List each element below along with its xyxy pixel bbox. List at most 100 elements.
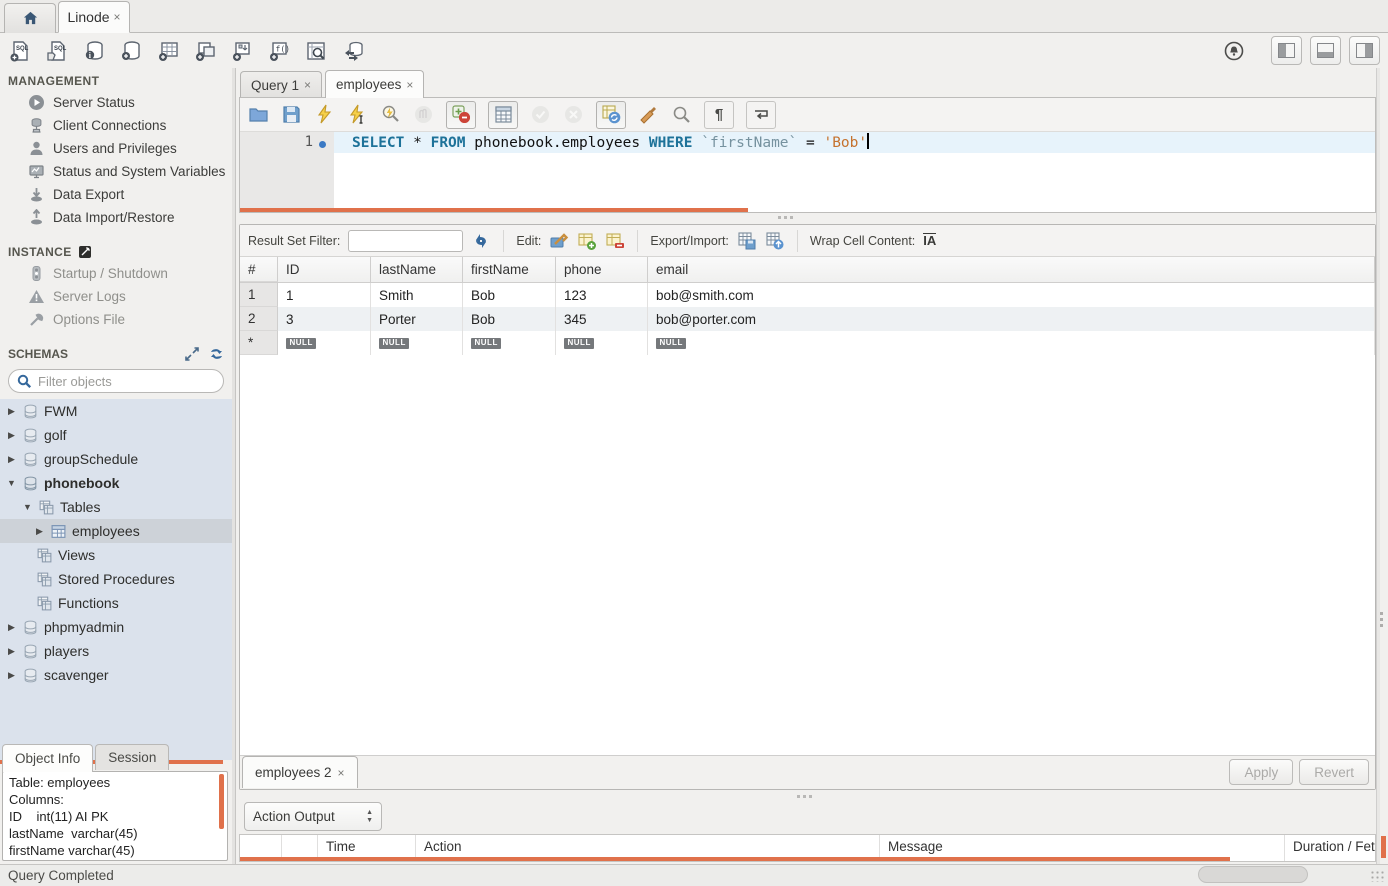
schema-item-golf[interactable]: ▶ golf xyxy=(0,423,232,447)
find-icon[interactable] xyxy=(671,104,692,125)
tab-session[interactable]: Session xyxy=(95,744,169,770)
refresh-schemas-icon[interactable] xyxy=(209,347,224,361)
resize-grip[interactable] xyxy=(1370,870,1384,882)
cell-phone[interactable]: 345 xyxy=(556,307,648,331)
tab-query-1[interactable]: Query 1 × xyxy=(240,71,322,98)
tree-item-functions[interactable]: Functions xyxy=(0,591,232,615)
close-icon[interactable]: × xyxy=(338,766,345,780)
close-icon[interactable]: × xyxy=(114,10,121,24)
toggle-limit-rows-button[interactable] xyxy=(488,101,518,129)
cell-lastname[interactable]: Porter xyxy=(371,307,463,331)
schema-item-groupschedule[interactable]: ▶ groupSchedule xyxy=(0,447,232,471)
chevron-right-icon[interactable]: ▶ xyxy=(6,670,17,681)
schema-item-phonebook[interactable]: ▼ phonebook xyxy=(0,471,232,495)
create-schema-icon[interactable] xyxy=(119,39,143,63)
create-table-icon[interactable] xyxy=(156,39,180,63)
chevron-right-icon[interactable]: ▶ xyxy=(6,622,17,633)
new-row-placeholder[interactable]: * NULL NULL NULL NULL NULL xyxy=(240,331,1375,355)
cell-lastname[interactable]: Smith xyxy=(371,283,463,307)
sql-text[interactable]: SELECT * FROM phonebook.employees WHERE … xyxy=(352,133,869,151)
column-header-rownum[interactable]: # xyxy=(240,257,278,282)
chevron-down-icon[interactable]: ▼ xyxy=(6,478,17,488)
toggle-autocommit-button[interactable] xyxy=(596,101,626,129)
schema-filter-box[interactable] xyxy=(8,369,224,393)
execute-query-icon[interactable] xyxy=(314,104,335,125)
home-tab[interactable] xyxy=(4,3,56,33)
create-view-icon[interactable] xyxy=(193,39,217,63)
toggle-invisible-characters-button[interactable]: ¶ xyxy=(704,101,734,129)
sidebar-item-client-connections[interactable]: Client Connections xyxy=(0,114,232,137)
new-sql-tab-icon[interactable]: SQL xyxy=(8,39,32,63)
chevron-right-icon[interactable]: ▶ xyxy=(6,646,17,657)
connection-tab[interactable]: Linode × xyxy=(58,1,130,33)
column-header-phone[interactable]: phone xyxy=(556,257,648,282)
cell-null[interactable]: NULL xyxy=(463,331,556,355)
toggle-stop-on-error-button[interactable] xyxy=(446,101,476,129)
create-procedure-icon[interactable] xyxy=(230,39,254,63)
schema-inspector-icon[interactable]: i xyxy=(82,39,106,63)
sidebar-item-server-logs[interactable]: Server Logs xyxy=(0,285,232,308)
wrap-cell-content-icon[interactable]: ΙA xyxy=(923,233,936,248)
cell-null[interactable]: NULL xyxy=(371,331,463,355)
save-script-icon[interactable] xyxy=(281,104,302,125)
column-header-firstname[interactable]: firstName xyxy=(463,257,556,282)
column-header-id[interactable]: ID xyxy=(278,257,371,282)
cell-firstname[interactable]: Bob xyxy=(463,283,556,307)
output-vertical-scrollbar[interactable] xyxy=(1381,836,1386,858)
chevron-right-icon[interactable]: ▶ xyxy=(6,454,17,465)
tree-item-views[interactable]: Views xyxy=(0,543,232,567)
output-col-duration[interactable]: Duration / Fetch xyxy=(1285,835,1375,861)
schema-item-players[interactable]: ▶ players xyxy=(0,639,232,663)
delete-row-icon[interactable] xyxy=(605,231,625,251)
object-info-scrollbar[interactable] xyxy=(219,774,224,829)
explain-plan-icon[interactable] xyxy=(380,104,401,125)
right-splitter-handle[interactable] xyxy=(1380,612,1384,638)
chevron-down-icon[interactable]: ▼ xyxy=(22,502,33,512)
close-icon[interactable]: × xyxy=(406,78,413,92)
tab-object-info[interactable]: Object Info xyxy=(2,744,93,772)
cell-id[interactable]: 3 xyxy=(278,307,371,331)
chevron-right-icon[interactable]: ▶ xyxy=(6,406,17,417)
table-row[interactable]: 1 1 Smith Bob 123 bob@smith.com xyxy=(240,283,1375,307)
sidebar-item-server-status[interactable]: Server Status xyxy=(0,91,232,114)
table-row[interactable]: 2 3 Porter Bob 345 bob@porter.com xyxy=(240,307,1375,331)
execute-current-statement-icon[interactable] xyxy=(347,104,368,125)
tree-item-employees[interactable]: ▶ employees xyxy=(0,519,232,543)
bottom-scrollbar-thumb[interactable] xyxy=(1198,866,1308,883)
beautify-script-icon[interactable] xyxy=(638,104,659,125)
output-selector[interactable]: Action Output ▲▼ xyxy=(244,802,382,831)
tab-employees[interactable]: employees × xyxy=(325,70,424,98)
cell-null[interactable]: NULL xyxy=(648,331,1375,355)
chevron-right-icon[interactable]: ▶ xyxy=(6,430,17,441)
reconnect-dbms-icon[interactable] xyxy=(341,39,365,63)
expand-schemas-icon[interactable] xyxy=(185,347,199,361)
export-recordset-icon[interactable] xyxy=(737,231,757,251)
revert-button[interactable]: Revert xyxy=(1299,759,1369,785)
editor-result-splitter-handle[interactable] xyxy=(778,216,793,219)
sidebar-item-options-file[interactable]: Options File xyxy=(0,308,232,331)
column-header-lastname[interactable]: lastName xyxy=(371,257,463,282)
cell-email[interactable]: bob@smith.com xyxy=(648,283,1375,307)
cell-email[interactable]: bob@porter.com xyxy=(648,307,1375,331)
toggle-right-sidebar-button[interactable] xyxy=(1349,36,1380,65)
notifications-icon[interactable] xyxy=(1223,40,1245,62)
apply-button[interactable]: Apply xyxy=(1229,759,1293,785)
tree-item-tables[interactable]: ▼ Tables xyxy=(0,495,232,519)
cell-null[interactable]: NULL xyxy=(556,331,648,355)
spinner-arrows-icon[interactable]: ▲▼ xyxy=(366,810,373,824)
tree-item-stored-procedures[interactable]: Stored Procedures xyxy=(0,567,232,591)
cell-firstname[interactable]: Bob xyxy=(463,307,556,331)
chevron-right-icon[interactable]: ▶ xyxy=(34,526,45,537)
edit-record-icon[interactable] xyxy=(549,231,569,251)
schema-item-scavenger[interactable]: ▶ scavenger xyxy=(0,663,232,687)
schema-item-fwm[interactable]: ▶ FWM xyxy=(0,399,232,423)
schema-item-phpmyadmin[interactable]: ▶ phpmyadmin xyxy=(0,615,232,639)
result-tab-employees-2[interactable]: employees 2 × xyxy=(242,756,358,788)
insert-row-icon[interactable] xyxy=(577,231,597,251)
open-script-icon[interactable] xyxy=(248,104,269,125)
toggle-left-sidebar-button[interactable] xyxy=(1271,36,1302,65)
open-sql-file-icon[interactable]: SQL xyxy=(45,39,69,63)
column-header-email[interactable]: email xyxy=(648,257,1375,282)
sidebar-divider[interactable] xyxy=(232,68,236,864)
result-output-splitter-handle[interactable] xyxy=(797,795,812,798)
